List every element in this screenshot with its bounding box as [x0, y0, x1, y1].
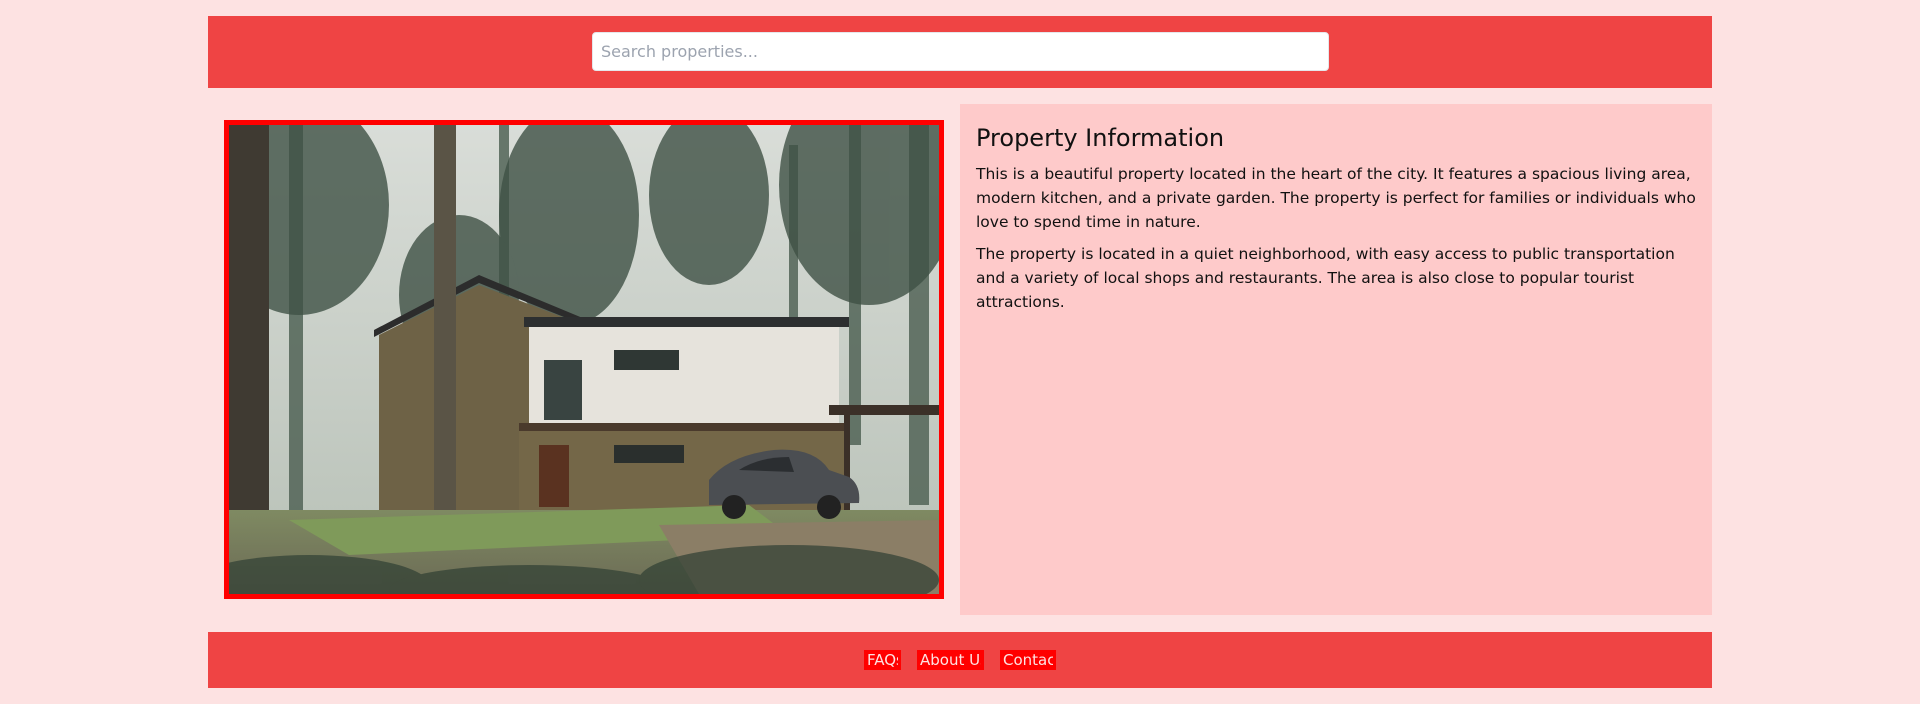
footer-link-contact[interactable]: Contact [1000, 650, 1056, 670]
site-footer: FAQs About Us Contact [208, 632, 1712, 688]
property-description-2: The property is located in a quiet neigh… [976, 245, 1675, 311]
property-description-1: This is a beautiful property located in … [976, 165, 1696, 231]
house-photo-illustration [229, 125, 939, 594]
search-input[interactable] [592, 32, 1329, 71]
property-image [224, 120, 944, 599]
property-info-panel: Property Information This is a beautiful… [960, 104, 1712, 615]
property-info-title: Property Information [976, 124, 1225, 152]
footer-link-faqs[interactable]: FAQs [864, 650, 901, 670]
site-header [208, 16, 1712, 88]
footer-link-about-us[interactable]: About Us [917, 650, 984, 670]
